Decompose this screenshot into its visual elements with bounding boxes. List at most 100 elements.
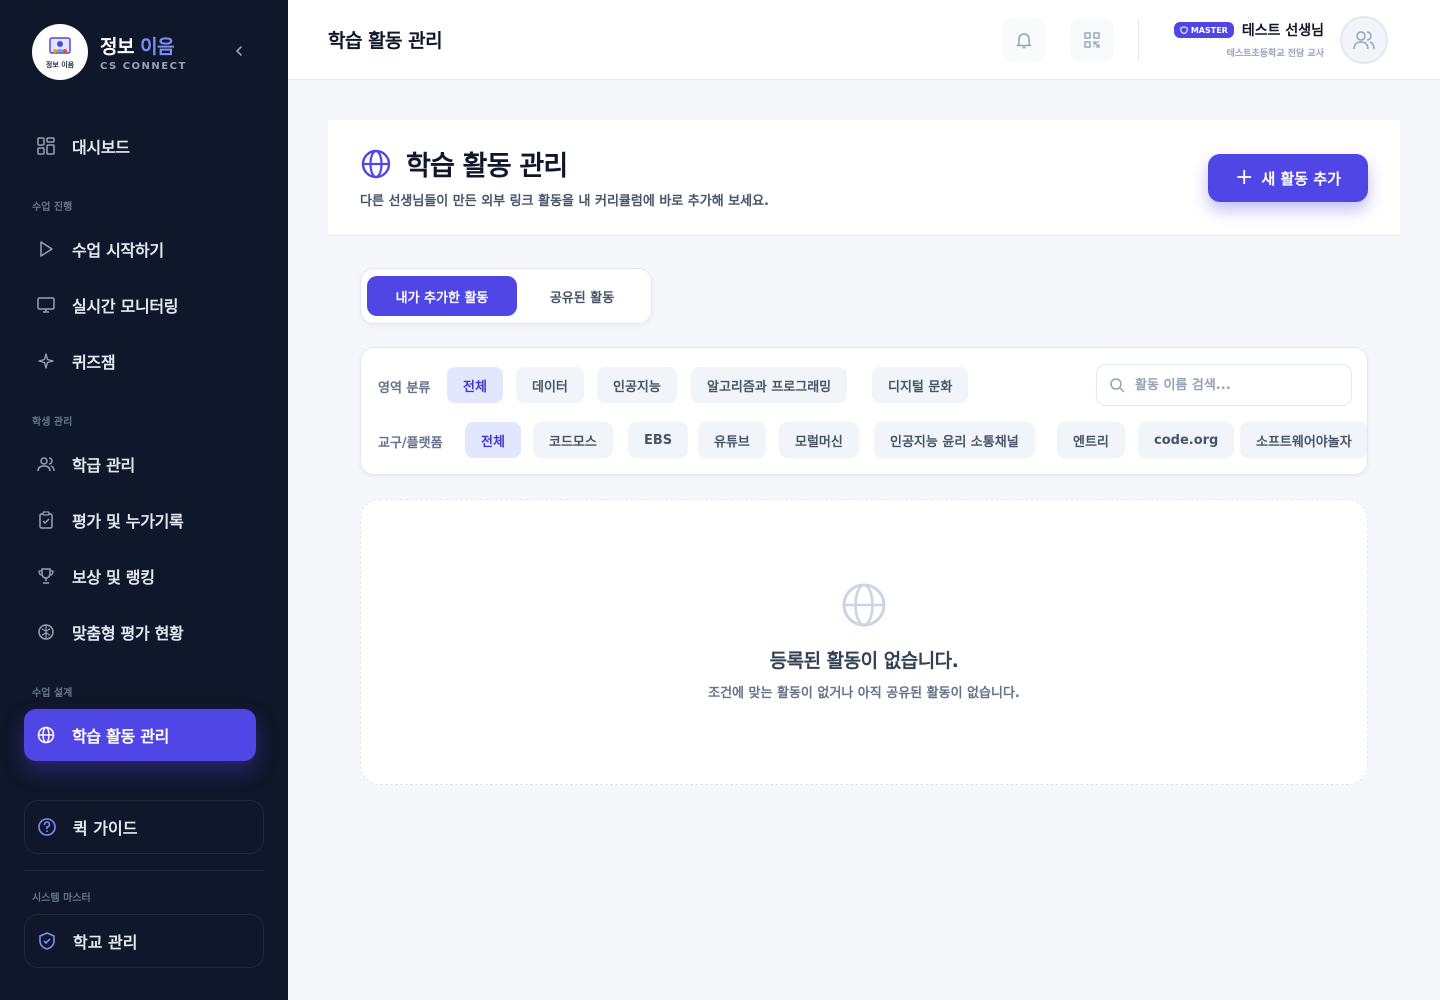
sidebar-item-evaluation[interactable]: 평가 및 누가기록 — [24, 494, 264, 546]
sidebar-item-label: 학급 관리 — [72, 456, 135, 475]
sidebar-item-label: 수업 시작하기 — [72, 241, 164, 260]
top-header: 학습 활동 관리 MASTER 테스트 선생님 테스트초등학교 전담 교사 — [288, 0, 1440, 80]
tool-chip[interactable]: 유튜브 — [698, 422, 766, 458]
nav-section-master: 시스템 마스터 — [32, 893, 91, 904]
trophy-icon — [36, 566, 56, 586]
sidebar-item-monitoring[interactable]: 실시간 모니터링 — [24, 279, 264, 331]
tool-chip[interactable]: 소프트웨어야놀자 — [1240, 422, 1367, 458]
globe-icon — [842, 583, 886, 627]
help-circle-icon — [37, 817, 57, 837]
sidebar-item-label: 대시보드 — [72, 138, 130, 157]
page-title-row: 학습 활동 관리 — [360, 144, 568, 183]
area-chip[interactable]: 디지털 문화 — [872, 367, 969, 403]
brand-title-main: 정보 — [100, 36, 134, 58]
shield-check-icon — [37, 931, 57, 951]
sidebar-item-class-manage[interactable]: 학급 관리 — [24, 438, 264, 490]
quick-guide-button[interactable]: 퀵 가이드 — [24, 800, 264, 854]
header-separator — [1138, 20, 1139, 60]
page-description: 다른 선생님들이 만든 외부 링크 활동을 내 커리큘럼에 바로 추가해 보세요… — [360, 194, 769, 209]
avatar[interactable] — [1340, 16, 1388, 64]
sidebar-item-label: 평가 및 누가기록 — [72, 512, 184, 531]
sidebar-item-label: 보상 및 랭킹 — [72, 568, 155, 587]
sidebar-item-quiz[interactable]: 퀴즈잼 — [24, 335, 264, 387]
sidebar-item-start-class[interactable]: 수업 시작하기 — [24, 223, 264, 275]
plus-icon: + — [1235, 165, 1254, 190]
tool-chip[interactable]: 코드모스 — [533, 422, 613, 458]
brand-subtitle: CS CONNECT — [100, 61, 187, 72]
user-info[interactable]: MASTER 테스트 선생님 테스트초등학교 전담 교사 — [1173, 20, 1324, 59]
search-box[interactable] — [1096, 364, 1352, 406]
brand[interactable]: 정보 이음 정보 이음 CS CONNECT — [32, 24, 187, 80]
sidebar-item-label: 맞춤형 평가 현황 — [72, 624, 184, 643]
monitor-icon — [36, 295, 56, 315]
user-name: 테스트 선생님 — [1241, 23, 1324, 39]
sidebar-item-school-manage[interactable]: 학교 관리 — [24, 914, 264, 968]
nav-section-class: 수업 진행 — [32, 202, 73, 213]
sidebar-item-rewards[interactable]: 보상 및 랭킹 — [24, 550, 264, 602]
tool-chip[interactable]: 전체 — [465, 422, 521, 458]
add-activity-label: 새 활동 추가 — [1261, 169, 1341, 188]
shield-icon — [1180, 26, 1188, 34]
brand-logo: 정보 이음 — [32, 24, 88, 80]
brand-text: 정보 이음 CS CONNECT — [100, 32, 187, 72]
qr-code-button[interactable] — [1070, 18, 1114, 62]
sidebar-item-label: 퀴즈잼 — [72, 353, 116, 372]
tool-chip[interactable]: EBS — [628, 422, 689, 458]
empty-state-title: 등록된 활동이 없습니다. — [769, 650, 959, 672]
search-icon — [1110, 378, 1125, 393]
tab-my-activities[interactable]: 내가 추가한 활동 — [367, 276, 517, 316]
clipboard-check-icon — [36, 510, 56, 530]
page-title: 학습 활동 관리 — [406, 151, 568, 182]
sidebar-collapse-button[interactable] — [228, 40, 250, 62]
grid-icon — [36, 136, 56, 156]
area-chip[interactable]: 알고리즘과 프로그래밍 — [691, 367, 848, 403]
filter-panel: 영역 분류 전체 데이터 인공지능 알고리즘과 프로그래밍 디지털 문화 교구/… — [360, 347, 1368, 475]
sidebar-item-activity-manage[interactable]: 학습 활동 관리 — [24, 709, 256, 761]
add-activity-button[interactable]: + 새 활동 추가 — [1208, 154, 1368, 202]
nav-section-design: 수업 설계 — [32, 688, 73, 699]
app-logo-icon — [49, 36, 71, 54]
nav-section-students: 학생 관리 — [32, 417, 73, 428]
play-icon — [36, 239, 56, 259]
tool-chip[interactable]: code.org — [1138, 422, 1235, 458]
tool-chip[interactable]: 모럴머신 — [779, 422, 859, 458]
brand-title-accent: 이음 — [140, 36, 175, 58]
globe-icon — [36, 725, 56, 745]
notification-button[interactable] — [1002, 18, 1046, 62]
area-chip[interactable]: 전체 — [447, 367, 503, 403]
sidebar-item-label: 학교 관리 — [73, 933, 138, 952]
sidebar-item-label: 학습 활동 관리 — [72, 727, 170, 746]
user-row: MASTER 테스트 선생님 — [1173, 20, 1324, 40]
user-avatar-icon — [1353, 31, 1375, 50]
sidebar-item-dashboard[interactable]: 대시보드 — [24, 120, 264, 172]
page-header-card: 학습 활동 관리 다른 선생님들이 만든 외부 링크 활동을 내 커리큘럼에 바… — [328, 120, 1400, 236]
tool-chip[interactable]: 인공지능 윤리 소통채널 — [874, 422, 1035, 458]
sidebar-item-label: 실시간 모니터링 — [72, 297, 179, 316]
activity-tabs: 내가 추가한 활동 공유된 활동 — [360, 268, 652, 324]
sidebar-item-adaptive[interactable]: 맞춤형 평가 현황 — [24, 606, 264, 658]
header-title: 학습 활동 관리 — [328, 30, 443, 52]
brand-title: 정보 이음 — [100, 32, 187, 59]
users-icon — [36, 454, 56, 474]
search-input[interactable] — [1135, 377, 1335, 393]
logo-caption: 정보 이음 — [45, 60, 75, 69]
tab-shared-activities[interactable]: 공유된 활동 — [517, 276, 647, 316]
area-filter-label: 영역 분류 — [378, 381, 431, 396]
globe-icon — [361, 149, 391, 178]
master-badge-text: MASTER — [1190, 25, 1228, 35]
quick-guide-label: 퀵 가이드 — [73, 819, 138, 838]
empty-state: 등록된 활동이 없습니다. 조건에 맞는 활동이 없거나 아직 공유된 활동이 … — [360, 499, 1368, 785]
chevron-left-icon — [235, 46, 242, 56]
brain-icon — [36, 622, 56, 642]
master-badge: MASTER — [1173, 22, 1234, 38]
area-chip[interactable]: 데이터 — [516, 367, 584, 403]
qr-code-icon — [1084, 32, 1100, 48]
sparkle-icon — [36, 351, 56, 371]
sidebar-divider — [24, 870, 264, 871]
tool-chip[interactable]: 엔트리 — [1057, 422, 1125, 458]
area-chip[interactable]: 인공지능 — [597, 367, 677, 403]
tool-filter-label: 교구/플랫폼 — [378, 436, 443, 451]
bell-icon — [1016, 33, 1032, 49]
empty-state-description: 조건에 맞는 활동이 없거나 아직 공유된 활동이 없습니다. — [708, 686, 1020, 701]
sidebar: 정보 이음 정보 이음 CS CONNECT 대시보드 수업 진행 수업 시작하… — [0, 0, 288, 1000]
